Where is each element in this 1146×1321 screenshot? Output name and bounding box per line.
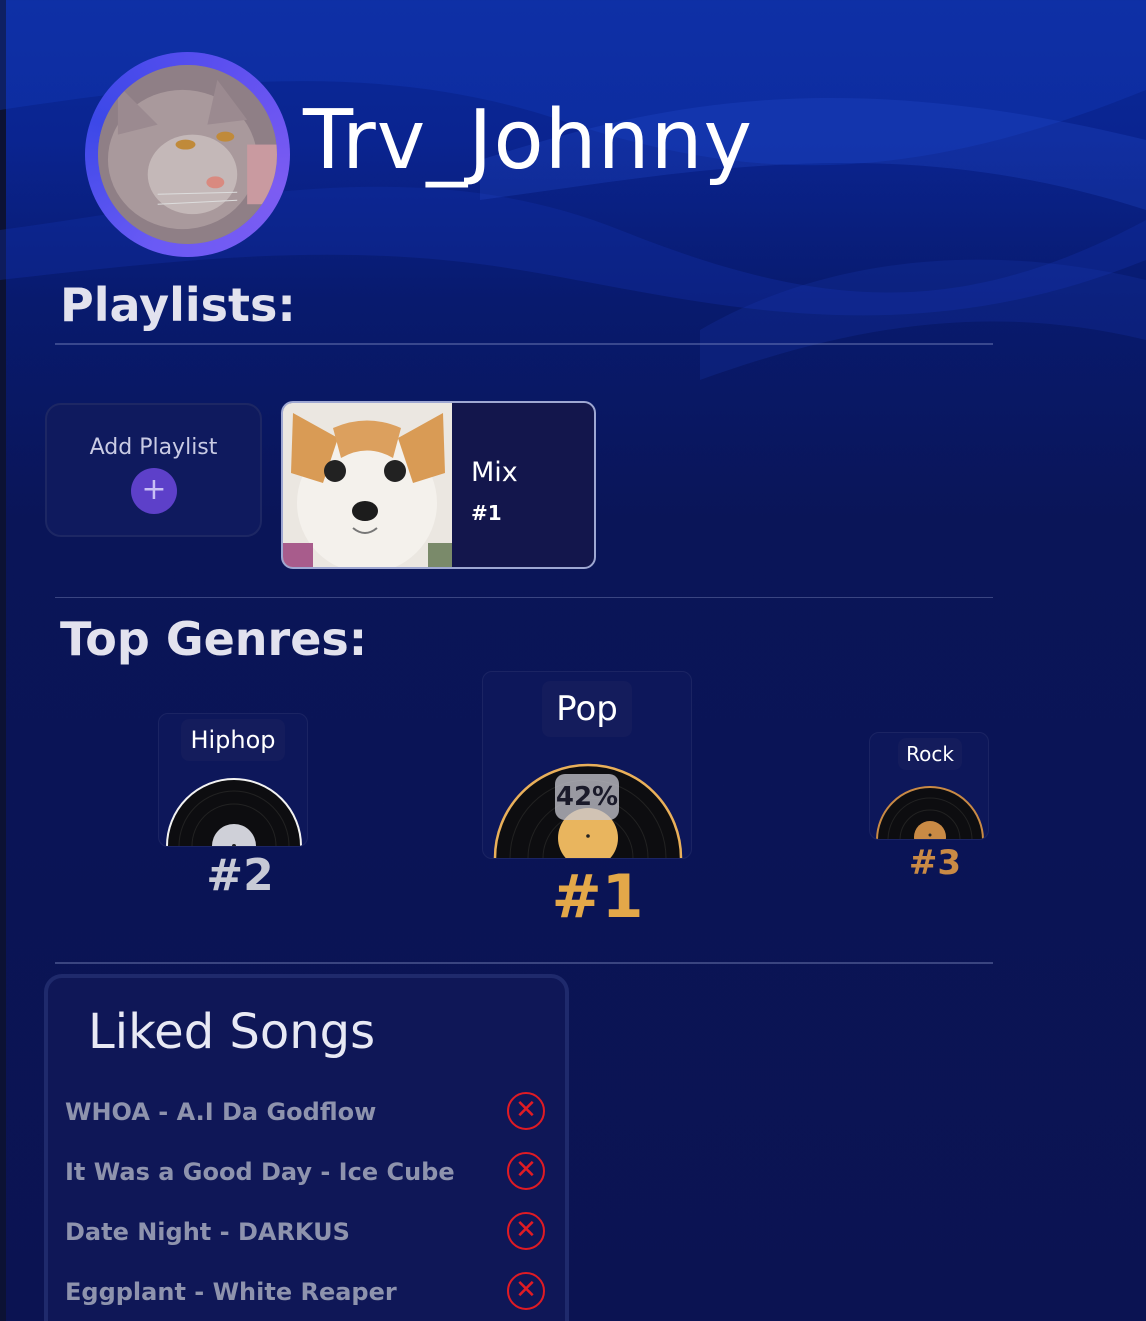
genre-label: Pop	[542, 681, 632, 737]
song-title[interactable]: Eggplant - White Reaper	[65, 1278, 397, 1306]
avatar[interactable]	[85, 52, 290, 257]
remove-song-button[interactable]: ✕	[507, 1272, 545, 1310]
left-edge	[0, 0, 6, 1321]
remove-song-button[interactable]: ✕	[507, 1092, 545, 1130]
genre-card-rock[interactable]: Rock	[869, 732, 989, 840]
playlists-heading: Playlists:	[60, 278, 296, 332]
add-playlist-label: Add Playlist	[89, 435, 218, 460]
list-item[interactable]: WHOA - A.I Da Godflow ✕	[65, 1090, 555, 1134]
list-item[interactable]: Date Night - DARKUS ✕	[65, 1210, 555, 1254]
avatar-photo	[98, 65, 277, 244]
top-genres-heading: Top Genres:	[60, 612, 368, 666]
dog-photo-icon	[283, 403, 452, 567]
genre-card-hiphop[interactable]: Hiphop	[158, 713, 308, 847]
liked-songs-panel: Liked Songs WHOA - A.I Da Godflow ✕ It W…	[44, 974, 569, 1321]
genre-label: Rock	[898, 738, 962, 770]
liked-songs-heading: Liked Songs	[88, 1004, 376, 1060]
divider	[55, 343, 993, 345]
divider	[55, 962, 993, 964]
playlist-name: Mix	[471, 457, 518, 488]
playlist-number: #1	[471, 501, 502, 525]
genre-card-pop[interactable]: Pop 42%	[482, 671, 692, 859]
remove-song-button[interactable]: ✕	[507, 1212, 545, 1250]
genre-rank: #3	[908, 843, 962, 883]
song-title[interactable]: It Was a Good Day - Ice Cube	[65, 1158, 455, 1186]
list-item[interactable]: Eggplant - White Reaper ✕	[65, 1270, 555, 1314]
cat-photo-icon	[98, 65, 277, 244]
divider	[55, 597, 993, 598]
song-title[interactable]: WHOA - A.I Da Godflow	[65, 1098, 376, 1126]
genre-rank: #1	[551, 862, 644, 932]
vinyl-record-icon	[166, 778, 302, 846]
genre-rank: #2	[206, 850, 274, 901]
username: Trv_Johnny	[303, 93, 754, 188]
genre-label: Hiphop	[181, 719, 285, 761]
list-item[interactable]: It Was a Good Day - Ice Cube ✕	[65, 1150, 555, 1194]
playlist-card[interactable]: Mix #1	[281, 401, 596, 569]
genre-percent: 42%	[555, 774, 619, 820]
song-title[interactable]: Date Night - DARKUS	[65, 1218, 350, 1246]
playlist-cover	[283, 403, 452, 567]
plus-icon[interactable]: +	[131, 468, 177, 514]
vinyl-record-icon	[876, 786, 984, 839]
add-playlist-button[interactable]: Add Playlist +	[45, 403, 262, 537]
remove-song-button[interactable]: ✕	[507, 1152, 545, 1190]
